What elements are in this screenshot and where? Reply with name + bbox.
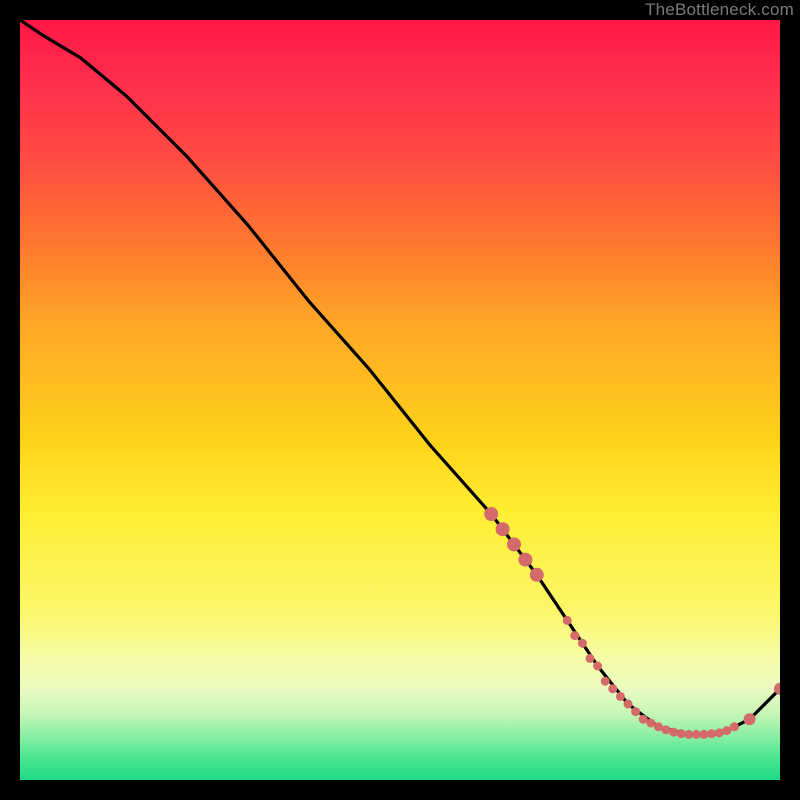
data-marker: [570, 631, 579, 640]
data-marker: [669, 728, 678, 737]
data-marker: [496, 522, 510, 536]
data-marker: [586, 654, 595, 663]
curve-layer: [20, 20, 780, 734]
data-marker: [601, 677, 610, 686]
marker-layer: [484, 507, 780, 739]
data-marker: [484, 507, 498, 521]
data-marker: [624, 700, 633, 709]
data-marker: [700, 730, 709, 739]
data-marker: [530, 568, 544, 582]
data-marker: [593, 662, 602, 671]
data-marker: [518, 553, 532, 567]
data-marker: [631, 707, 640, 716]
chart-svg: [20, 20, 780, 780]
data-marker: [578, 639, 587, 648]
data-marker: [662, 725, 671, 734]
watermark-text: TheBottleneck.com: [645, 0, 794, 20]
data-marker: [715, 728, 724, 737]
chart-frame: TheBottleneck.com: [0, 0, 800, 800]
data-marker: [744, 713, 756, 725]
plot-area: [20, 20, 780, 780]
data-marker: [608, 684, 617, 693]
data-marker: [563, 616, 572, 625]
data-marker: [677, 729, 686, 738]
data-marker: [707, 729, 716, 738]
bottleneck-curve: [20, 20, 780, 734]
data-marker: [507, 537, 521, 551]
data-marker: [730, 722, 739, 731]
data-marker: [616, 692, 625, 701]
